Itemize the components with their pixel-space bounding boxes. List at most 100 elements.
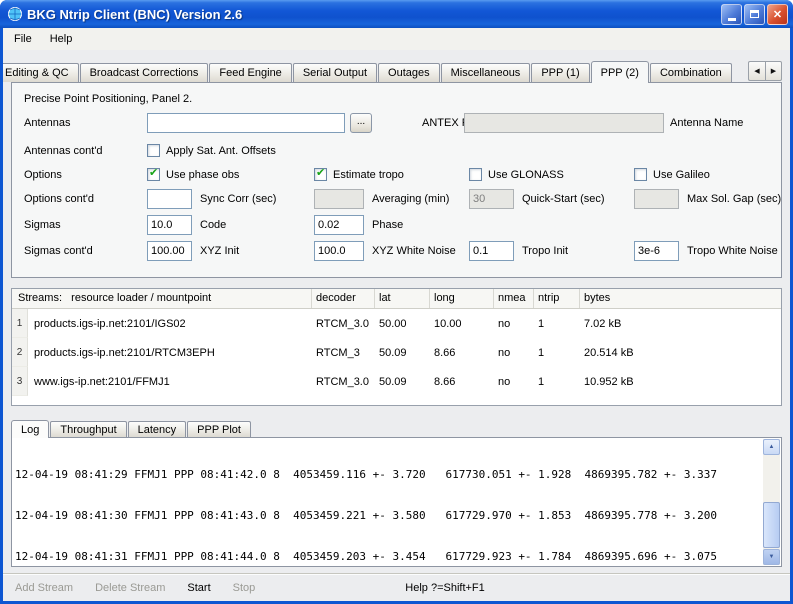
options-label: Options bbox=[24, 165, 62, 185]
tab-miscellaneous[interactable]: Miscellaneous bbox=[441, 63, 531, 82]
stream-row[interactable]: 1 products.igs-ip.net:2101/IGS02 RTCM_3.… bbox=[12, 309, 781, 338]
add-stream-button[interactable]: Add Stream bbox=[15, 582, 73, 594]
menubar: File Help bbox=[3, 28, 790, 50]
titlebar[interactable]: BKG Ntrip Client (BNC) Version 2.6 bbox=[0, 0, 793, 28]
minimize-icon bbox=[728, 18, 736, 21]
tab-editing-qc[interactable]: Editing & QC bbox=[3, 63, 79, 82]
tab-broadcast-corrections[interactable]: Broadcast Corrections bbox=[80, 63, 209, 82]
tab-ppp-1[interactable]: PPP (1) bbox=[531, 63, 589, 82]
app-icon[interactable] bbox=[7, 6, 23, 22]
max-sol-gap-label: Max Sol. Gap (sec) bbox=[687, 189, 781, 209]
streams-table: Streams: resource loader / mountpoint de… bbox=[11, 288, 782, 406]
cell-decoder: RTCM_3 bbox=[312, 347, 375, 359]
quick-start-input bbox=[469, 189, 514, 209]
start-button[interactable]: Start bbox=[187, 582, 210, 594]
sigmas-contd-label: Sigmas cont'd bbox=[24, 241, 93, 261]
cell-decoder: RTCM_3.0 bbox=[312, 376, 375, 388]
header-nmea: nmea bbox=[494, 289, 534, 308]
form-row-options: Options Use phase obs Estimate tropo Use… bbox=[12, 165, 781, 185]
delete-stream-button[interactable]: Delete Stream bbox=[95, 582, 165, 594]
use-phase-obs-checkbox[interactable] bbox=[147, 168, 160, 181]
cell-lat: 50.00 bbox=[375, 318, 430, 330]
form-row-options-contd: Options cont'd Sync Corr (sec) Averaging… bbox=[12, 189, 781, 209]
xyz-white-noise-label: XYZ White Noise bbox=[372, 241, 456, 261]
header-bytes: bytes bbox=[580, 289, 781, 308]
apply-sat-ant-offsets-checkbox[interactable] bbox=[147, 144, 160, 157]
tropo-white-noise-input[interactable] bbox=[634, 241, 679, 261]
cell-mountpoint: products.igs-ip.net:2101/IGS02 bbox=[28, 318, 312, 330]
xyz-init-label: XYZ Init bbox=[200, 241, 239, 261]
max-sol-gap-input bbox=[634, 189, 679, 209]
averaging-label: Averaging (min) bbox=[372, 189, 449, 209]
cell-bytes: 7.02 kB bbox=[580, 318, 781, 330]
sync-corr-input[interactable] bbox=[147, 189, 192, 209]
antex-browse-button[interactable]: ... bbox=[350, 113, 372, 133]
tab-latency[interactable]: Latency bbox=[128, 421, 187, 437]
stream-row[interactable]: 3 www.igs-ip.net:2101/FFMJ1 RTCM_3.0 50.… bbox=[12, 367, 781, 396]
use-glonass-label: Use GLONASS bbox=[488, 165, 564, 185]
scroll-down-button[interactable] bbox=[763, 549, 780, 565]
sigma-code-input[interactable] bbox=[147, 215, 192, 235]
antennas-input[interactable] bbox=[147, 113, 345, 133]
tab-outages[interactable]: Outages bbox=[378, 63, 440, 82]
cell-ntrip: 1 bbox=[534, 318, 580, 330]
tab-ppp-2[interactable]: PPP (2) bbox=[591, 61, 649, 83]
antennas-contd-label: Antennas cont'd bbox=[24, 141, 103, 161]
close-button[interactable] bbox=[767, 4, 788, 25]
quick-start-label: Quick-Start (sec) bbox=[522, 189, 605, 209]
sigma-phase-input[interactable] bbox=[314, 215, 364, 235]
tab-throughput[interactable]: Throughput bbox=[50, 421, 126, 437]
tropo-init-input[interactable] bbox=[469, 241, 514, 261]
tab-feed-engine[interactable]: Feed Engine bbox=[209, 63, 291, 82]
apply-sat-ant-offsets-label: Apply Sat. Ant. Offsets bbox=[166, 141, 276, 161]
sync-corr-label: Sync Corr (sec) bbox=[200, 189, 276, 209]
app-window: BKG Ntrip Client (BNC) Version 2.6 File … bbox=[0, 0, 793, 604]
xyz-init-input[interactable] bbox=[147, 241, 192, 261]
tab-log[interactable]: Log bbox=[11, 420, 49, 438]
log-line: 12-04-19 08:41:29 FFMJ1 PPP 08:41:42.0 8… bbox=[15, 468, 761, 482]
estimate-tropo-checkbox[interactable] bbox=[314, 168, 327, 181]
menu-help[interactable]: Help bbox=[41, 30, 82, 48]
cell-long: 8.66 bbox=[430, 376, 494, 388]
antenna-name-label: Antenna Name bbox=[670, 113, 743, 133]
tab-scroll-left-button[interactable] bbox=[748, 61, 765, 81]
stop-button[interactable]: Stop bbox=[233, 582, 256, 594]
use-galileo-checkbox[interactable] bbox=[634, 168, 647, 181]
cell-decoder: RTCM_3.0 bbox=[312, 318, 375, 330]
cell-mountpoint: www.igs-ip.net:2101/FFMJ1 bbox=[28, 376, 312, 388]
tab-scroll-right-button[interactable] bbox=[765, 61, 782, 81]
tab-ppp-plot[interactable]: PPP Plot bbox=[187, 421, 251, 437]
use-galileo-label: Use Galileo bbox=[653, 165, 710, 185]
use-glonass-checkbox[interactable] bbox=[469, 168, 482, 181]
antex-file-input bbox=[464, 113, 664, 133]
maximize-button[interactable] bbox=[744, 4, 765, 25]
form-row-antennas-contd: Antennas cont'd Apply Sat. Ant. Offsets bbox=[12, 141, 781, 161]
cell-nmea: no bbox=[494, 376, 534, 388]
form-row-antennas: Antennas ... ANTEX File Antenna Name bbox=[12, 113, 781, 133]
cell-nmea: no bbox=[494, 318, 534, 330]
xyz-white-noise-input[interactable] bbox=[314, 241, 364, 261]
minimize-button[interactable] bbox=[721, 4, 742, 25]
window-title: BKG Ntrip Client (BNC) Version 2.6 bbox=[27, 7, 242, 22]
tropo-white-noise-label: Tropo White Noise bbox=[687, 241, 778, 261]
scroll-up-button[interactable] bbox=[763, 439, 780, 455]
cell-lat: 50.09 bbox=[375, 347, 430, 359]
cell-ntrip: 1 bbox=[534, 376, 580, 388]
scroll-thumb[interactable] bbox=[763, 502, 780, 548]
menu-file[interactable]: File bbox=[5, 30, 41, 48]
cell-bytes: 20.514 kB bbox=[580, 347, 781, 359]
tropo-init-label: Tropo Init bbox=[522, 241, 568, 261]
header-mountpoint: Streams: resource loader / mountpoint bbox=[12, 289, 312, 308]
tab-serial-output[interactable]: Serial Output bbox=[293, 63, 377, 82]
header-decoder: decoder bbox=[312, 289, 375, 308]
scrollbar-track[interactable] bbox=[763, 439, 780, 565]
panel-title: Precise Point Positioning, Panel 2. bbox=[24, 93, 192, 105]
form-row-sigmas-contd: Sigmas cont'd XYZ Init XYZ White Noise T… bbox=[12, 241, 781, 261]
tab-bar: Editing & QC Broadcast Corrections Feed … bbox=[11, 60, 782, 82]
log-panel: 12-04-19 08:41:29 FFMJ1 PPP 08:41:42.0 8… bbox=[11, 437, 782, 567]
cell-mountpoint: products.igs-ip.net:2101/RTCM3EPH bbox=[28, 347, 312, 359]
tab-combination[interactable]: Combination bbox=[650, 63, 732, 82]
form-row-sigmas: Sigmas Code Phase bbox=[12, 215, 781, 235]
close-icon bbox=[773, 5, 782, 23]
stream-row[interactable]: 2 products.igs-ip.net:2101/RTCM3EPH RTCM… bbox=[12, 338, 781, 367]
